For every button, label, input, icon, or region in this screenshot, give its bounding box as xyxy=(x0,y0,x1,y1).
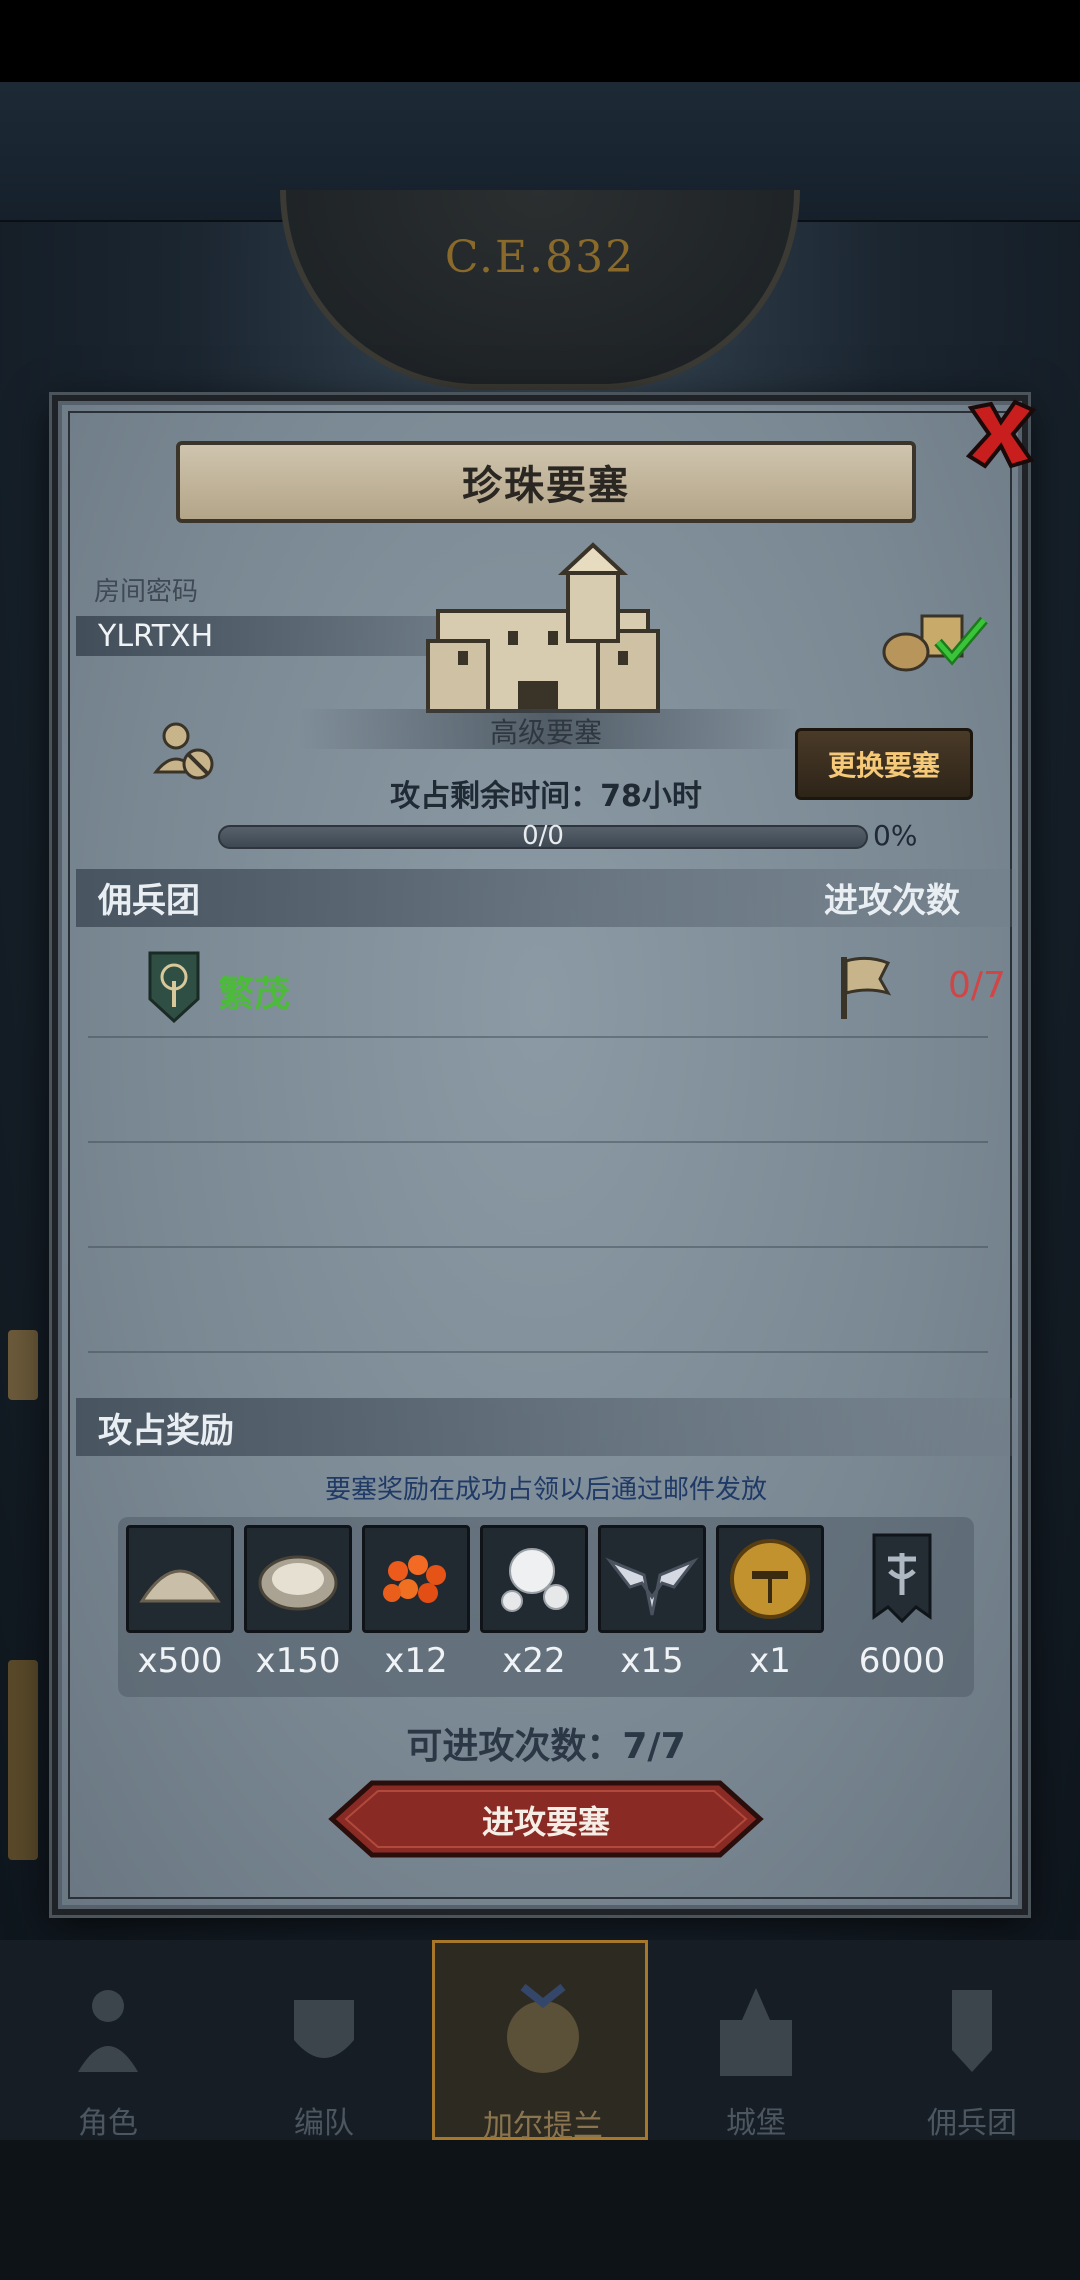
reward-box xyxy=(716,1525,824,1633)
nav-tab-world[interactable]: 加尔提兰 xyxy=(432,1940,648,2144)
reward-item[interactable]: x500 xyxy=(126,1525,234,1681)
guild-name: 繁茂 xyxy=(218,974,291,1015)
side-decoration xyxy=(8,1330,38,1400)
castle-icon xyxy=(720,1988,792,2076)
row-divider xyxy=(88,1246,988,1248)
nav-label: 角色 xyxy=(78,2106,138,2141)
room-password-label: 房间密码 xyxy=(94,577,199,607)
reward-item[interactable]: x22 xyxy=(480,1525,588,1681)
pearl-icon xyxy=(501,1548,569,1612)
nav-label: 编队 xyxy=(294,2106,354,2141)
era-label: C.E.832 xyxy=(444,232,636,283)
sand-pile-icon xyxy=(139,1569,221,1603)
character-icon xyxy=(78,1990,138,2072)
guild-row[interactable]: 繁茂 0/7 xyxy=(98,943,1006,1043)
status-bar xyxy=(0,0,1080,82)
fortress-castle-icon xyxy=(426,542,660,713)
rewards-note: 要塞奖励在成功占领以后通过邮件发放 xyxy=(324,1475,767,1505)
reward-item[interactable]: x150 xyxy=(244,1525,352,1681)
war-banner-icon xyxy=(872,1533,932,1624)
row-divider xyxy=(88,1351,988,1353)
reward-quantity: 6000 xyxy=(858,1641,946,1681)
close-button[interactable] xyxy=(958,391,1044,477)
golden-helmet-icon xyxy=(730,1539,810,1619)
oyster-icon xyxy=(258,1555,338,1611)
nav-label: 佣兵团 xyxy=(927,2106,1017,2141)
rewards-header: 攻占奖励 xyxy=(98,1411,234,1451)
progress-text: 0/0 xyxy=(522,821,564,851)
side-decoration xyxy=(8,1660,38,1860)
rewards-panel: x500 x150 x12 x22 x15 x1 6000 xyxy=(118,1517,974,1697)
world-icon xyxy=(507,1983,579,2073)
close-icon xyxy=(965,399,1037,469)
attack-fortress-button[interactable]: 进攻要塞 xyxy=(328,1779,764,1859)
nav-tab-mercenary[interactable]: 佣兵团 xyxy=(864,1940,1080,2141)
title-banner: 珍珠要塞 xyxy=(176,441,916,523)
formation-icon xyxy=(294,2000,354,2058)
system-nav-area xyxy=(0,2140,1080,2280)
reward-item[interactable]: 6000 xyxy=(848,1525,956,1681)
available-attacks: 可进攻次数：7/7 xyxy=(406,1726,686,1767)
fortress-dialog: 珍珠要塞 房间密码 YLRTXH 高级要塞 更换要塞 攻占剩余时间：78小时 0… xyxy=(52,395,1037,1915)
fish-roe-icon xyxy=(383,1555,446,1603)
nav-label: 城堡 xyxy=(726,2106,786,2141)
mercenary-icon xyxy=(952,1990,992,2072)
room-code: YLRTXH xyxy=(98,619,214,654)
row-divider xyxy=(88,1036,988,1038)
supplies-check-icon[interactable] xyxy=(876,606,996,676)
mercenary-header: 佣兵团 xyxy=(98,881,200,921)
reward-box xyxy=(126,1525,234,1633)
reward-item[interactable]: x12 xyxy=(362,1525,470,1681)
reward-box xyxy=(480,1525,588,1633)
remaining-time: 攻占剩余时间：78小时 xyxy=(390,779,702,814)
reward-box xyxy=(598,1525,706,1633)
capture-progress-bar: 0/0 xyxy=(218,821,868,851)
flag-icon xyxy=(841,956,892,1019)
guild-attack-count: 0/7 xyxy=(948,965,1006,1006)
attack-count-header: 进攻次数 xyxy=(824,881,960,921)
reward-item[interactable]: x1 xyxy=(716,1525,824,1681)
winged-crest-icon xyxy=(605,1557,699,1616)
reward-box xyxy=(848,1525,956,1633)
nav-tab-formation[interactable]: 编队 xyxy=(216,1940,432,2141)
nav-tab-castle[interactable]: 城堡 xyxy=(648,1940,864,2141)
reward-box xyxy=(244,1525,352,1633)
attack-fortress-label: 进攻要塞 xyxy=(481,1803,610,1841)
reward-quantity: x1 xyxy=(749,1641,791,1681)
bottom-nav: 角色 编队 加尔提兰 城堡 佣兵团 xyxy=(0,1940,1080,2144)
guild-tree-emblem-icon xyxy=(148,951,200,1023)
reward-item[interactable]: x15 xyxy=(598,1525,706,1681)
nav-label: 加尔提兰 xyxy=(483,2109,603,2144)
progress-percent: 0% xyxy=(873,819,918,852)
dialog-title: 珍珠要塞 xyxy=(462,463,630,509)
reward-box xyxy=(362,1525,470,1633)
nav-tab-character[interactable]: 角色 xyxy=(0,1940,216,2141)
row-divider xyxy=(88,1141,988,1143)
